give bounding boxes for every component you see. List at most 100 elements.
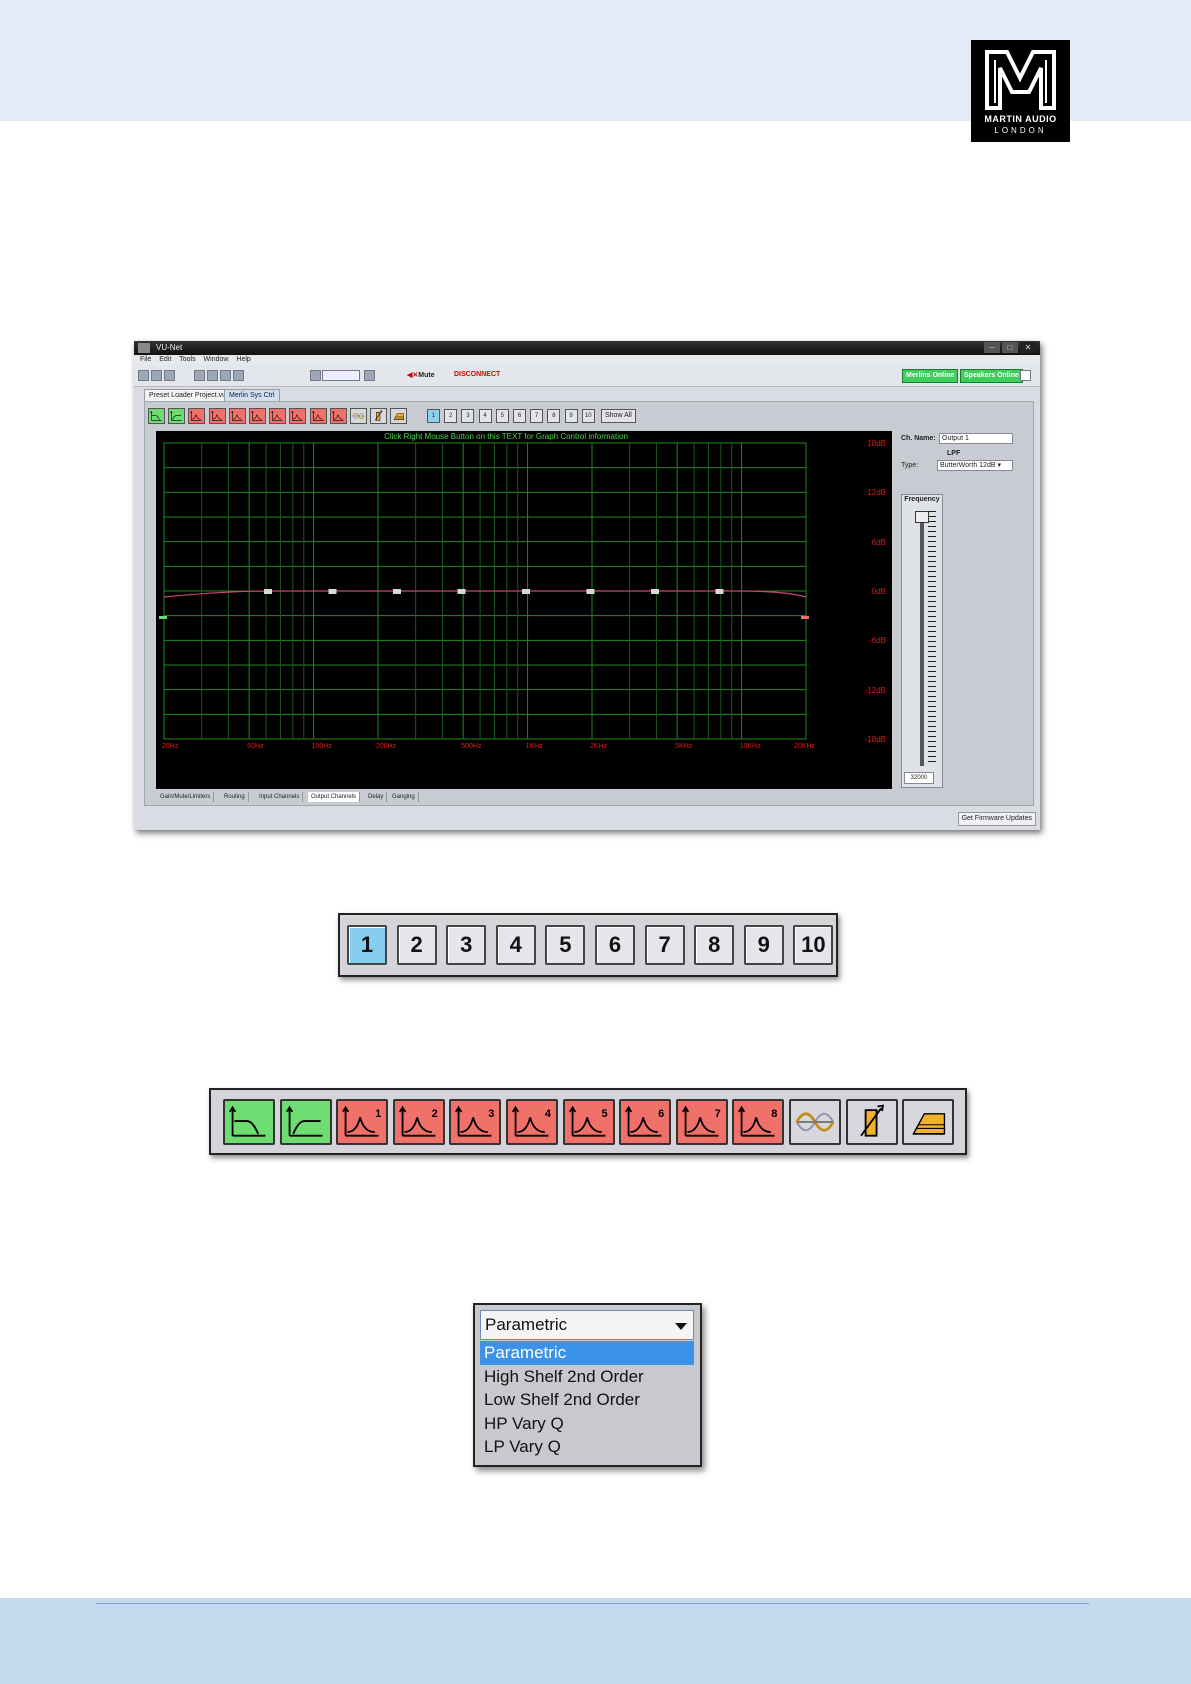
undo-icon[interactable] [233,370,244,381]
option-lp-vary-q[interactable]: LP Vary Q [480,1435,694,1459]
mini-filter-button-2[interactable] [168,408,186,424]
close-button[interactable]: ✕ [1020,342,1036,353]
fader-knob[interactable] [915,511,929,523]
eq-band-handle-5[interactable] [522,589,530,594]
bottom-tab-input-channels[interactable]: Input Channels [256,792,304,802]
mute-button[interactable]: ◀✕Mute [407,371,435,379]
channel-button-3[interactable]: 3 [446,925,487,965]
channel-button-4[interactable]: 4 [495,925,536,965]
mini-filter-button-7[interactable] [269,408,287,424]
channel-button-6[interactable]: 6 [595,925,635,965]
menu-window[interactable]: Window [204,355,229,365]
get-firmware-updates-button[interactable]: Get Firmware Updates [957,812,1036,826]
mini-channel-button-7[interactable]: 7 [530,409,544,423]
lpf-handle[interactable] [801,616,809,619]
filter-button-8[interactable]: 6 [619,1099,672,1145]
frequency-fader[interactable]: Frequency 32000 [901,494,943,788]
new-icon[interactable] [138,370,149,381]
dropdown-arrow-icon[interactable] [675,1323,687,1330]
eq-band-handle-6[interactable] [586,589,595,594]
eq-band-handle-8[interactable] [715,589,724,594]
speakers-online-status[interactable]: Speakers Online [960,369,1023,383]
mini-filter-button-5[interactable] [228,408,246,424]
filter-button-9[interactable]: 7 [675,1099,728,1145]
option-parametric[interactable]: Parametric [480,1341,694,1365]
option-low-shelf[interactable]: Low Shelf 2nd Order [480,1388,694,1412]
filter-button-12[interactable] [845,1099,898,1145]
filter-type-select[interactable]: ButterWorth 12dB ▾ [937,460,1013,471]
filter-type-select-large[interactable]: Parametric [480,1310,694,1340]
filter-button-6[interactable]: 4 [506,1099,558,1145]
mini-filter-button-4[interactable] [208,408,226,424]
mini-filter-button-13[interactable] [390,408,408,424]
eq-band-handle-7[interactable] [651,589,659,594]
mini-filter-button-9[interactable] [309,408,327,424]
bottom-tab-output-channels[interactable]: Output Channels [308,792,361,802]
channel-button-2[interactable]: 2 [396,925,437,965]
save-icon[interactable] [164,370,175,381]
mini-channel-button-3[interactable]: 3 [461,409,475,423]
paste-icon[interactable] [220,370,231,381]
channel-button-9[interactable]: 9 [743,925,784,965]
fader-track[interactable] [920,511,924,766]
filter-button-10[interactable]: 8 [732,1099,785,1145]
eq-graph-canvas[interactable] [156,431,892,789]
eq-band-handle-4[interactable] [457,589,466,594]
option-hp-vary-q[interactable]: HP Vary Q [480,1412,694,1436]
filter-button-3[interactable]: 1 [336,1099,389,1145]
mini-filter-button-10[interactable] [329,408,347,424]
frequency-value-input[interactable]: 32000 [904,772,934,784]
bottom-tab-delay[interactable]: Delay [365,792,388,802]
mini-filter-button-3[interactable] [188,408,206,424]
mini-filter-button-8[interactable] [289,408,307,424]
mini-channel-button-8[interactable]: 8 [547,409,561,423]
bottom-tab-routing[interactable]: Routing [221,792,249,802]
copy-icon[interactable] [207,370,218,381]
mini-filter-button-1[interactable] [148,408,165,424]
filter-button-5[interactable]: 3 [449,1099,502,1145]
eq-band-handle-1[interactable] [264,589,272,594]
mini-channel-button-1[interactable]: 1 [427,409,440,423]
menu-edit[interactable]: Edit [159,355,171,365]
panel-toggle-icon[interactable] [1020,370,1031,381]
mini-channel-button-10[interactable]: 10 [581,409,595,423]
show-all-button[interactable]: Show All [601,409,636,423]
eq-graph[interactable]: Click Right Mouse Button on this TEXT fo… [156,431,892,789]
channel-button-7[interactable]: 7 [644,925,685,965]
option-high-shelf[interactable]: High Shelf 2nd Order [480,1365,694,1389]
mini-channel-button-2[interactable]: 2 [444,409,458,423]
channel-button-8[interactable]: 8 [694,925,735,965]
filter-button-2[interactable] [279,1099,332,1145]
zoom-out-icon[interactable] [310,370,321,381]
mini-filter-button-12[interactable] [370,408,388,424]
menu-help[interactable]: Help [236,355,250,365]
channel-button-10[interactable]: 10 [793,925,834,965]
open-icon[interactable] [151,370,162,381]
hpf-handle[interactable] [159,616,167,619]
maximize-button[interactable]: □ [1002,342,1018,353]
filter-button-13[interactable] [902,1099,955,1145]
eq-band-handle-3[interactable] [393,589,401,594]
ch-name-input[interactable]: Output 1 [939,433,1013,444]
zoom-select[interactable] [322,370,360,381]
mini-channel-button-5[interactable]: 5 [495,409,509,423]
filter-button-7[interactable]: 5 [562,1099,615,1145]
disconnect-button[interactable]: DISCONNECT [454,371,500,378]
filter-button-4[interactable]: 2 [392,1099,445,1145]
mini-channel-button-4[interactable]: 4 [478,409,492,423]
mini-filter-button-11[interactable] [350,408,367,424]
filter-button-1[interactable] [223,1099,275,1145]
channel-button-1[interactable]: 1 [347,925,387,965]
minimize-button[interactable]: – [984,342,1000,353]
zoom-in-icon[interactable] [364,370,375,381]
merlins-online-status[interactable]: Merlins Online [902,369,959,383]
menu-tools[interactable]: Tools [179,355,195,365]
cut-icon[interactable] [194,370,205,381]
menu-file[interactable]: File [140,355,151,365]
bottom-tab-ganging[interactable]: Ganging [389,792,419,802]
bottom-tab-gain-mute-limiters[interactable]: Gain/Mute/Limiters [157,792,215,802]
graph-control-hint[interactable]: Click Right Mouse Button on this TEXT fo… [156,432,856,441]
mini-channel-button-9[interactable]: 9 [564,409,578,423]
mini-filter-button-6[interactable] [249,408,266,424]
filter-button-11[interactable] [789,1099,841,1145]
